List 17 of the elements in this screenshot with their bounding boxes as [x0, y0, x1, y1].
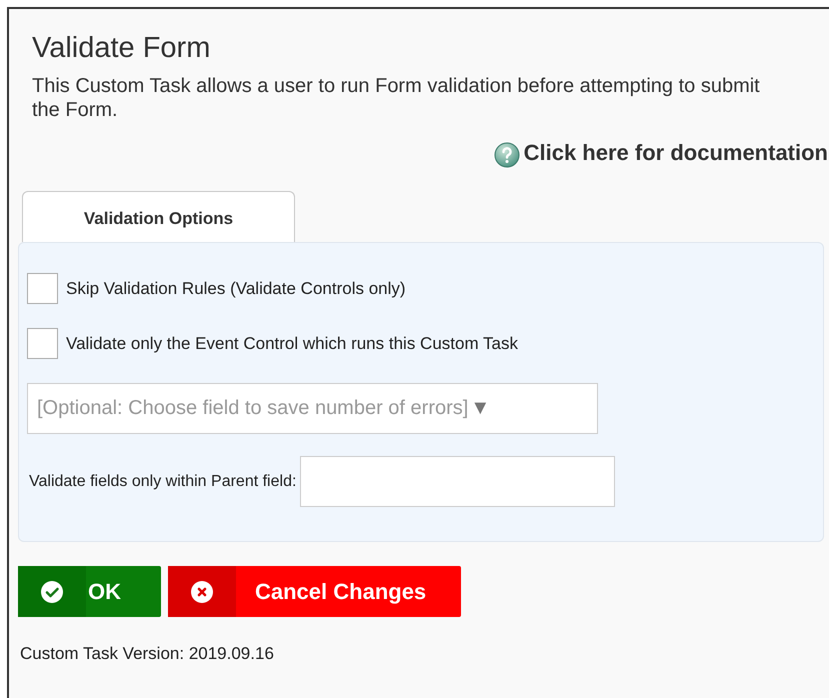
- help-icon: [494, 142, 520, 168]
- field-label: Validate fields only within Parent field:: [29, 472, 296, 490]
- tab[interactable]: Validation Options: [22, 191, 295, 242]
- checkbox[interactable]: [27, 273, 58, 304]
- dropdown[interactable]: [Optional: Choose field to save number of errors]▼: [27, 383, 598, 434]
- form-title: Validate Form: [32, 32, 210, 65]
- check-icon: [41, 580, 63, 602]
- ok-button[interactable]: OK: [18, 566, 161, 617]
- documentation-link[interactable]: Click here for documentation: [494, 138, 828, 168]
- input-field[interactable]: [300, 456, 616, 507]
- checkbox-label: Validate only the Event Control which runs this Custom Task: [66, 334, 518, 354]
- description: This Custom Task allows a user to run Form validation before attempting to submit the Form.: [32, 74, 761, 122]
- checkbox-label: Skip Validation Rules (Validate Controls only): [66, 278, 406, 298]
- close-icon: [191, 580, 213, 602]
- version-text: Custom Task Version: 2019.09.16: [20, 644, 274, 664]
- cancel-button[interactable]: Cancel Changes: [168, 566, 461, 617]
- checkbox[interactable]: [27, 328, 58, 359]
